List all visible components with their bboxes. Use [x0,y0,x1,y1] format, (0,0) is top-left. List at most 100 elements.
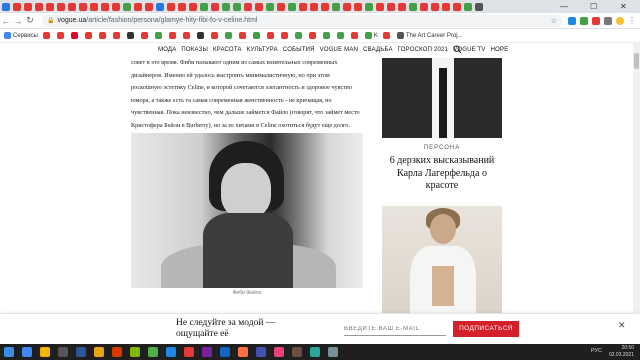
bookmark-item[interactable] [98,32,108,39]
browser-tab-favicon[interactable] [453,2,461,11]
taskbar-app-icon[interactable] [76,347,86,357]
search-icon[interactable] [453,45,462,54]
page-scrollbar[interactable] [633,43,640,347]
extension-icon[interactable] [592,16,600,25]
reload-icon[interactable]: ↻ [24,15,36,26]
browser-tab-favicon[interactable] [123,2,131,11]
browser-tab-favicon[interactable] [189,2,197,11]
browser-tab-favicon[interactable] [277,2,285,11]
browser-tab-favicon[interactable] [145,2,153,11]
email-input[interactable] [344,323,446,336]
bookmark-item[interactable] [196,32,206,39]
taskbar-app-icon[interactable] [310,347,320,357]
browser-tab-favicon[interactable] [57,2,65,11]
bookmark-item[interactable] [70,32,80,39]
site-nav-item[interactable]: КРАСОТА [213,47,242,53]
taskbar-app-icon[interactable] [220,347,230,357]
bookmark-item[interactable] [336,32,346,39]
bookmark-item[interactable] [154,32,164,39]
browser-tab-favicon[interactable] [464,2,472,11]
bookmark-item[interactable] [56,32,66,39]
taskbar-app-icon[interactable] [112,347,122,357]
taskbar-app-icon[interactable] [94,347,104,357]
site-nav-item[interactable]: HOPE [491,47,509,53]
bookmark-item[interactable] [84,32,94,39]
sidebar-image-suit[interactable] [382,58,502,138]
bookmark-item[interactable] [382,32,392,39]
taskbar-app-icon[interactable] [184,347,194,357]
browser-tab-favicon[interactable] [321,2,329,11]
bookmark-item[interactable] [182,32,192,39]
browser-tab-favicon[interactable] [68,2,76,11]
bookmark-item[interactable] [210,32,220,39]
browser-tab-favicon[interactable] [431,2,439,11]
taskbar-app-icon[interactable] [256,347,266,357]
browser-tab-favicon[interactable] [13,2,21,11]
browser-tab-favicon[interactable] [233,2,241,11]
site-nav-item[interactable]: СВАДЬБА [363,47,393,53]
bookmark-item[interactable] [126,32,136,39]
category-label[interactable]: ПЕРСОНА [382,145,502,151]
bookmark-item[interactable] [112,32,122,39]
scrollbar-thumb[interactable] [634,53,639,69]
taskbar-app-icon[interactable] [148,347,158,357]
browser-tab-favicon[interactable] [332,2,340,11]
browser-tab-favicon[interactable] [2,2,10,11]
profile-avatar[interactable] [616,16,624,25]
bookmark-item[interactable] [280,32,290,39]
taskbar-app-icon[interactable] [202,347,212,357]
browser-tab-favicon[interactable] [255,2,263,11]
browser-tab-favicon[interactable] [222,2,230,11]
browser-tab-favicon[interactable] [35,2,43,11]
bookmark-item[interactable] [252,32,262,39]
browser-tab-favicon[interactable] [365,2,373,11]
browser-tab-favicon[interactable] [90,2,98,11]
taskbar-app-icon[interactable] [166,347,176,357]
browser-tab-favicon[interactable] [299,2,307,11]
browser-tab-favicon[interactable] [409,2,417,11]
taskbar-app-icon[interactable] [130,347,140,357]
bookmark-item[interactable] [168,32,178,39]
browser-tab-favicon[interactable] [178,2,186,11]
clock[interactable]: 20:50 02.03.2021 [609,345,634,359]
browser-tab-favicon[interactable] [244,2,252,11]
site-nav-item[interactable]: КУЛЬТУРА [247,47,278,53]
browser-tab-favicon[interactable] [310,2,318,11]
bookmark-item[interactable] [224,32,234,39]
bookmark-item[interactable] [140,32,150,39]
extension-icon[interactable] [580,16,588,25]
minimize-icon[interactable]: — [560,0,568,13]
browser-tab-favicon[interactable] [112,2,120,11]
site-nav-item[interactable]: СОБЫТИЯ [283,47,315,53]
site-nav-item[interactable]: МОДА [158,47,176,53]
browser-tab-favicon[interactable] [167,2,175,11]
taskbar-app-icon[interactable] [40,347,50,357]
bookmark-item[interactable] [308,32,318,39]
extension-icon[interactable] [568,16,576,25]
browser-tab-favicon[interactable] [200,2,208,11]
site-nav-item[interactable]: ПОКАЗЫ [181,47,208,53]
taskbar-app-icon[interactable] [58,347,68,357]
bookmark-item[interactable] [294,32,304,39]
browser-tab-favicon[interactable] [288,2,296,11]
browser-tab-favicon[interactable] [420,2,428,11]
bookmark-item[interactable]: Сервисы [4,32,38,39]
browser-tab-favicon[interactable] [79,2,87,11]
browser-tab-favicon[interactable] [101,2,109,11]
bookmark-item[interactable]: K [364,32,378,39]
forward-icon[interactable]: → [12,16,24,26]
sidebar-headline[interactable]: 6 дерзких высказываний Карла Лагерфельда… [382,155,502,193]
bookmark-item[interactable] [322,32,332,39]
site-nav-item[interactable]: ГОРОСКОП 2021 [398,47,448,53]
browser-tab-favicon[interactable] [46,2,54,11]
menu-dots-icon[interactable]: ⋮ [628,16,636,25]
browser-tab-favicon[interactable] [134,2,142,11]
site-nav-item[interactable]: VOGUE MAN [320,47,358,53]
browser-tab-favicon[interactable] [156,2,164,11]
close-icon[interactable]: ✕ [618,320,626,331]
bookmark-item[interactable] [42,32,52,39]
close-window-icon[interactable]: ✕ [620,0,627,13]
bookmark-item[interactable]: The Art Career Proj... [396,32,463,39]
taskbar-app-icon[interactable] [292,347,302,357]
browser-tab-favicon[interactable] [398,2,406,11]
